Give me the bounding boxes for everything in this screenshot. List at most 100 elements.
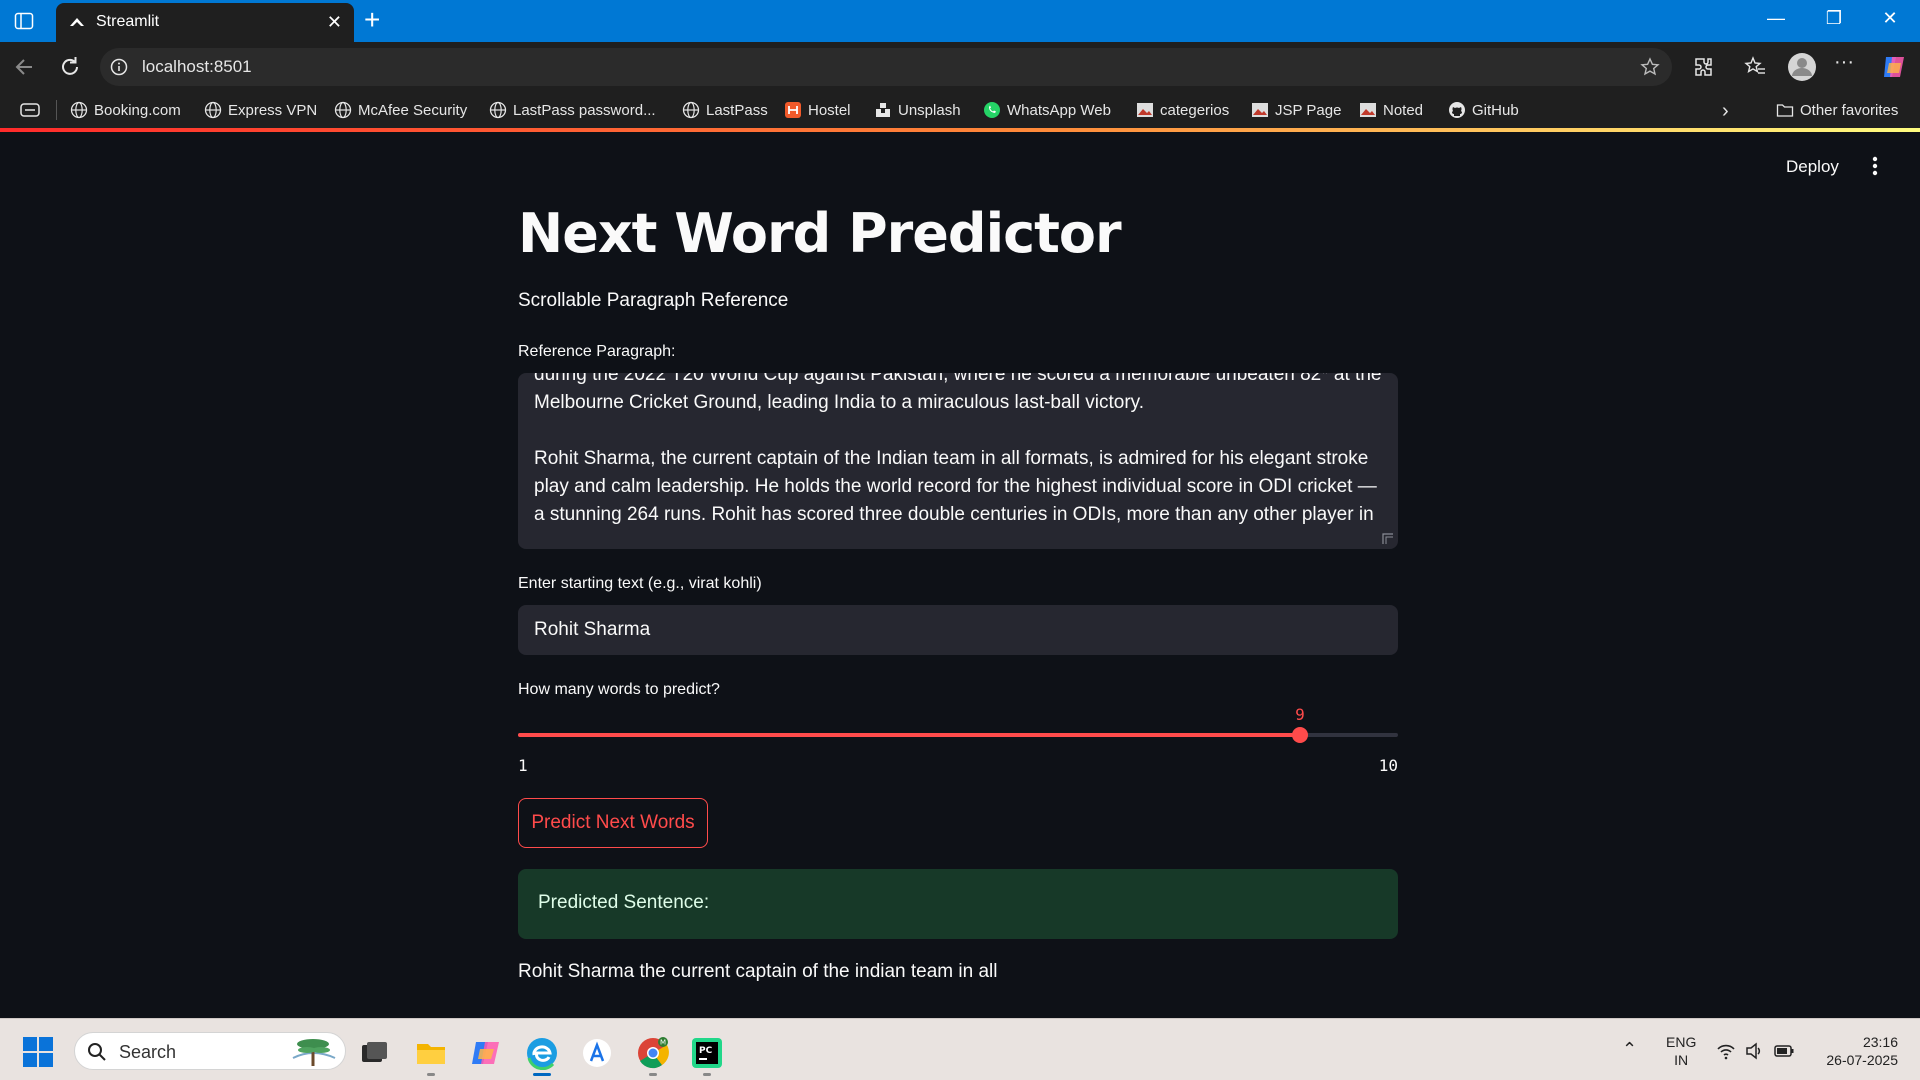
system-clock[interactable]: 23:16 26-07-2025 xyxy=(1826,1033,1898,1069)
sidebar-toggle-icon[interactable] xyxy=(14,11,34,31)
extensions-icon[interactable] xyxy=(1692,55,1716,79)
address-bar[interactable]: localhost:8501 xyxy=(100,48,1672,86)
other-favorites-folder[interactable]: Other favorites xyxy=(1776,100,1898,120)
bookmark-whatsapp[interactable]: WhatsApp Web xyxy=(983,100,1111,120)
github-icon xyxy=(1449,102,1465,118)
streamlit-app: Deploy Next Word Predictor Scrollable Pa… xyxy=(4,132,1916,1018)
predicted-sentence-text: Rohit Sharma the current captain of the … xyxy=(518,961,998,982)
svg-text:M: M xyxy=(660,1039,666,1047)
bookmark-lastpass-password[interactable]: LastPass password... xyxy=(489,100,656,120)
bookmark-categerios[interactable]: categerios xyxy=(1136,100,1229,120)
bookmark-label: McAfee Security xyxy=(358,101,468,119)
taskbar-search-box[interactable]: Search xyxy=(74,1032,346,1070)
language-code: ENG xyxy=(1666,1034,1697,1050)
volume-icon[interactable] xyxy=(1744,1041,1764,1061)
deploy-button[interactable]: Deploy xyxy=(1786,157,1839,177)
chrome-icon[interactable]: M xyxy=(636,1036,670,1070)
main-menu-kebab-icon[interactable] xyxy=(1870,154,1880,178)
starting-text-label: Enter starting text (e.g., virat kohli) xyxy=(518,575,762,592)
windows-start-icon[interactable] xyxy=(22,1036,54,1068)
chrome-running-indicator xyxy=(649,1073,657,1076)
streamlit-favicon-icon xyxy=(70,18,84,26)
resize-handle-icon[interactable] xyxy=(1382,533,1394,545)
tab-actions-icon[interactable] xyxy=(20,101,40,119)
slider-max-label: 10 xyxy=(1378,756,1398,775)
wifi-icon[interactable] xyxy=(1716,1041,1736,1061)
copilot-app-icon[interactable] xyxy=(470,1036,504,1070)
bookmark-label: JSP Page xyxy=(1275,101,1342,119)
globe-icon xyxy=(70,101,88,119)
svg-text:PC: PC xyxy=(699,1046,713,1056)
other-favorites-label: Other favorites xyxy=(1800,101,1899,119)
unsplash-logo-icon xyxy=(876,103,890,117)
bookmarks-bar: Booking.com Express VPN McAfee Security … xyxy=(0,92,1920,128)
hostel-logo-icon xyxy=(785,102,801,118)
reference-paragraph-textarea[interactable]: during the 2022 T20 World Cup against Pa… xyxy=(518,373,1398,549)
predicted-sentence-alert: Predicted Sentence: xyxy=(518,869,1398,939)
tab-title: Streamlit xyxy=(96,13,160,30)
settings-more-icon[interactable]: ··· xyxy=(1834,51,1858,75)
bookmark-label: GitHub xyxy=(1472,101,1519,119)
bookmarks-separator xyxy=(56,100,57,120)
bookmark-label: Noted xyxy=(1383,101,1424,119)
bookmark-noted[interactable]: Noted xyxy=(1359,100,1423,120)
refresh-icon[interactable] xyxy=(57,54,83,80)
bookmark-jsp-page[interactable]: JSP Page xyxy=(1251,100,1341,120)
pycharm-running-indicator xyxy=(703,1073,711,1076)
search-icon xyxy=(88,1043,106,1061)
slider-thumb[interactable] xyxy=(1292,727,1308,743)
predicted-sentence-heading: Predicted Sentence: xyxy=(538,892,710,913)
predict-next-words-button[interactable]: Predict Next Words xyxy=(518,798,708,848)
tab-close-icon[interactable]: ✕ xyxy=(327,13,342,31)
pycharm-icon[interactable]: PC xyxy=(690,1036,724,1070)
bookmark-lastpass[interactable]: LastPass xyxy=(682,100,768,120)
slider-current-value: 9 xyxy=(1295,705,1305,724)
page-thumbnail-icon xyxy=(1360,103,1376,117)
show-hidden-icons-chevron-icon[interactable]: ⌃ xyxy=(1622,1039,1637,1060)
copilot-icon[interactable] xyxy=(1880,53,1908,81)
more-bookmarks-chevron-icon[interactable]: › xyxy=(1722,100,1729,123)
favorite-star-icon[interactable] xyxy=(1640,57,1660,77)
bookmark-label: LastPass password... xyxy=(513,101,656,119)
new-tab-icon[interactable]: + xyxy=(364,6,380,34)
starting-text-field[interactable] xyxy=(518,605,1398,655)
edge-browser-icon[interactable] xyxy=(525,1036,559,1070)
task-view-icon[interactable] xyxy=(357,1036,391,1070)
bookmark-label: Express VPN xyxy=(228,101,318,119)
globe-icon xyxy=(682,101,700,119)
slider-fill xyxy=(518,733,1300,737)
bookmark-label: WhatsApp Web xyxy=(1007,101,1111,119)
bookmark-booking[interactable]: Booking.com xyxy=(70,100,181,120)
back-icon[interactable] xyxy=(12,54,38,80)
bookmark-express-vpn[interactable]: Express VPN xyxy=(204,100,317,120)
slider-min-label: 1 xyxy=(518,756,528,775)
browser-tab-streamlit[interactable]: Streamlit ✕ xyxy=(56,3,354,42)
bookmark-hostel[interactable]: Hostel xyxy=(784,100,851,120)
browser-titlebar: Streamlit ✕ + — ❐ ✕ xyxy=(0,0,1920,42)
clock-date: 26-07-2025 xyxy=(1826,1052,1898,1068)
search-highlight-tree-icon xyxy=(292,1039,336,1066)
close-window-icon[interactable]: ✕ xyxy=(1870,8,1910,34)
globe-icon xyxy=(334,101,352,119)
bookmark-label: Hostel xyxy=(808,101,851,119)
favorites-icon[interactable] xyxy=(1743,55,1767,79)
reference-paragraph-label: Reference Paragraph: xyxy=(518,343,676,360)
app-store-icon[interactable] xyxy=(580,1036,614,1070)
bookmark-unsplash[interactable]: Unsplash xyxy=(874,100,961,120)
starting-text-input[interactable] xyxy=(518,605,1398,655)
browser-toolbar: localhost:8501 ··· xyxy=(0,42,1920,92)
battery-icon[interactable] xyxy=(1774,1041,1794,1061)
input-language-indicator[interactable]: ENG IN xyxy=(1666,1033,1696,1069)
file-explorer-icon[interactable] xyxy=(414,1036,448,1070)
globe-icon xyxy=(204,101,222,119)
minimize-icon[interactable]: — xyxy=(1756,8,1796,34)
word-count-slider[interactable] xyxy=(518,727,1398,743)
restore-icon[interactable]: ❐ xyxy=(1814,8,1854,34)
bookmark-mcafee[interactable]: McAfee Security xyxy=(334,100,467,120)
bookmark-label: Unsplash xyxy=(898,101,961,119)
address-text: localhost:8501 xyxy=(142,57,252,76)
edge-active-indicator xyxy=(533,1073,551,1076)
profile-avatar-icon[interactable] xyxy=(1787,52,1817,82)
site-info-icon[interactable] xyxy=(110,58,128,76)
bookmark-github[interactable]: GitHub xyxy=(1448,100,1519,120)
